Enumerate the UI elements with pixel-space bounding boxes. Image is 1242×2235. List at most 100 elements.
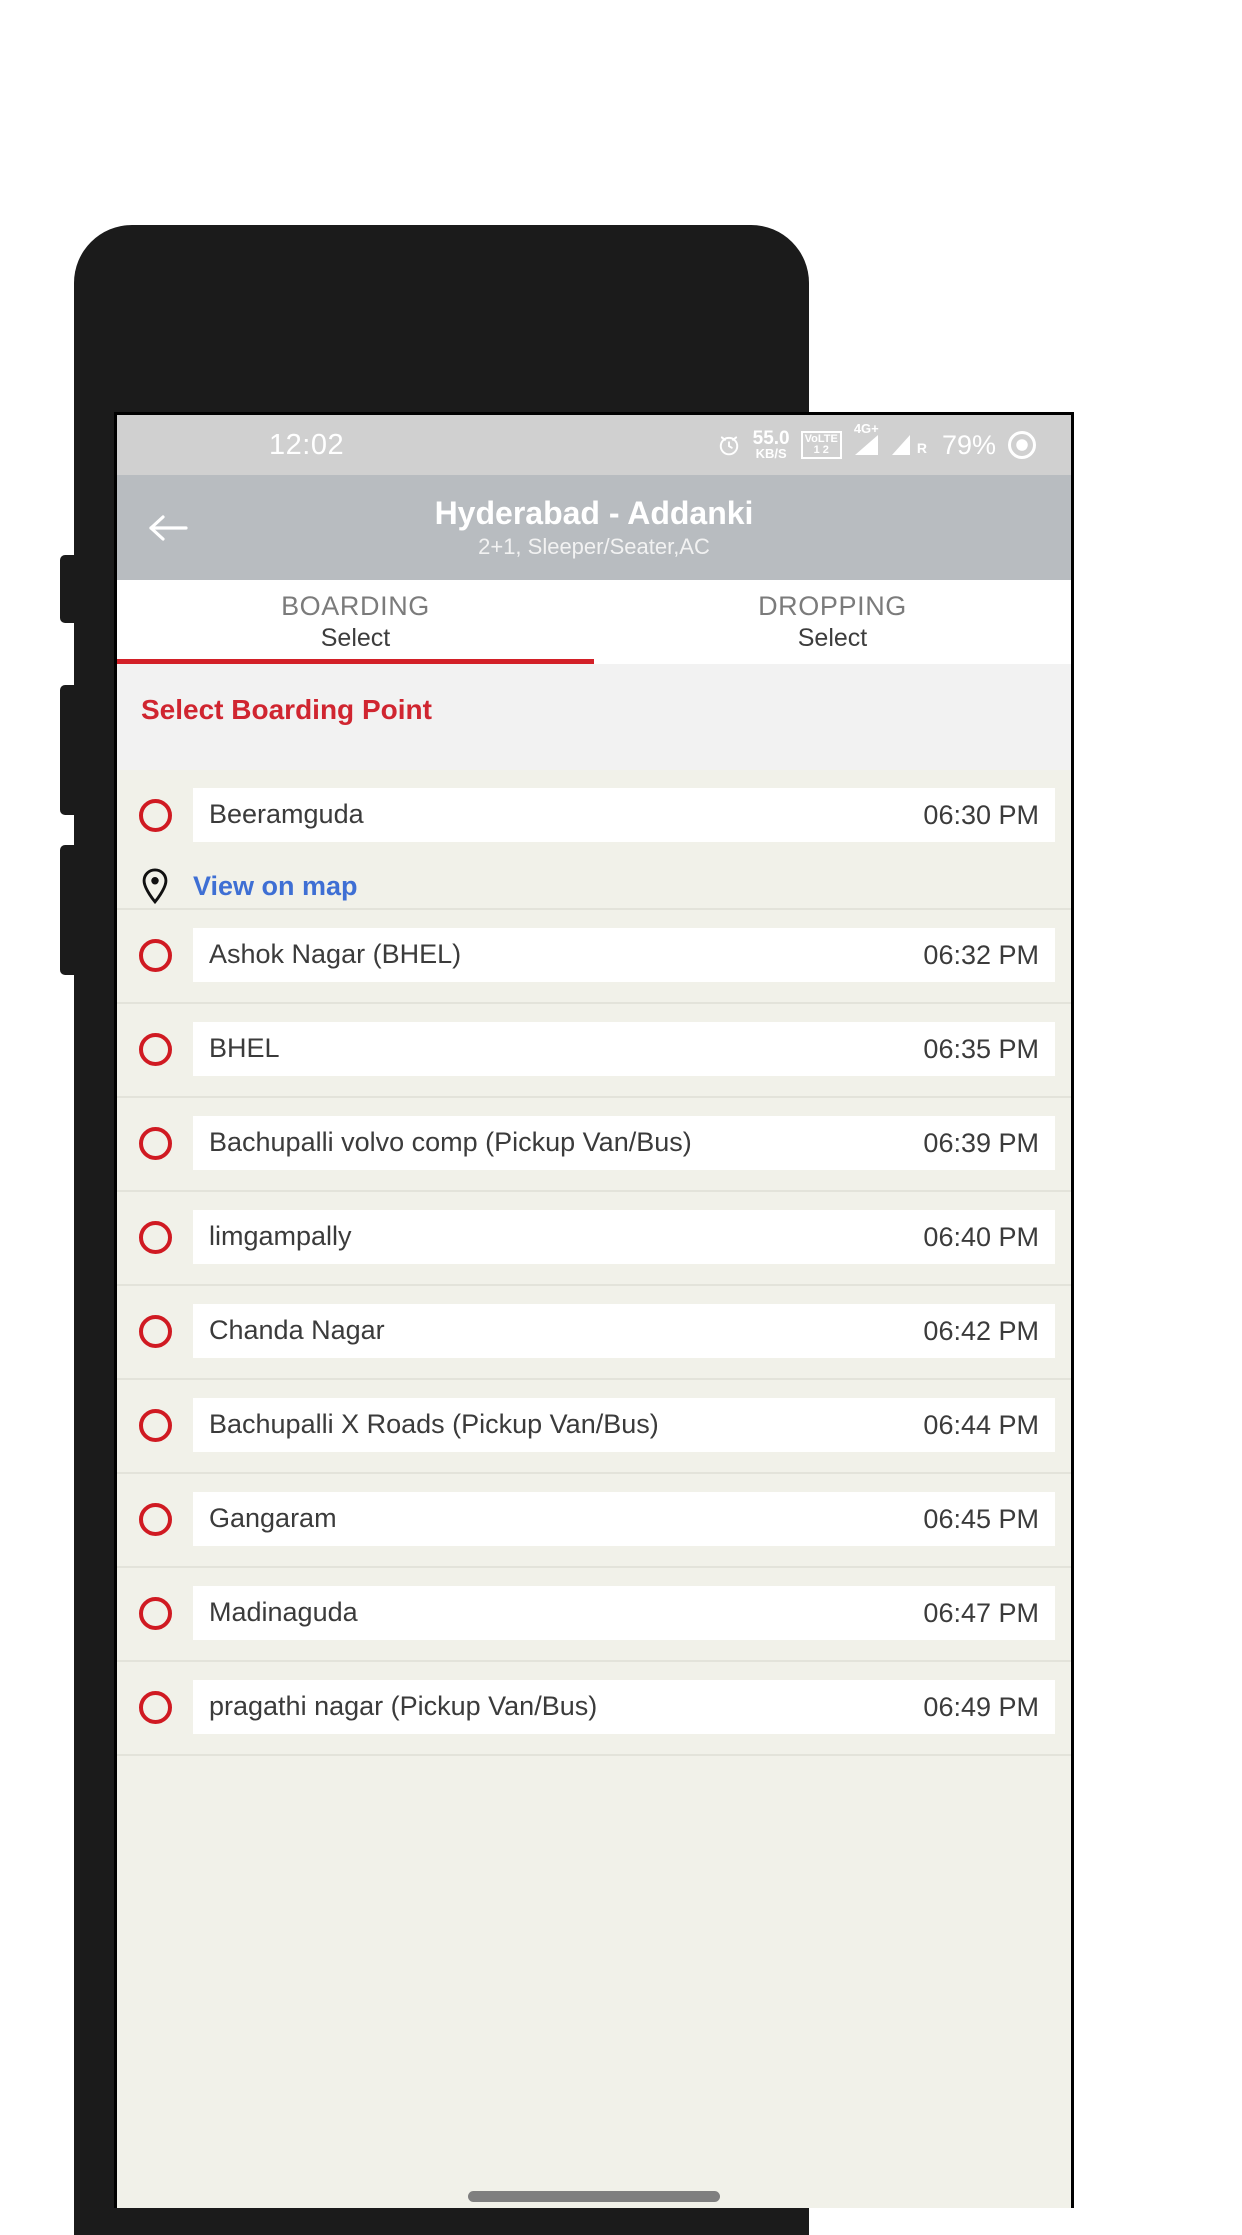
radio-button[interactable] [117, 1690, 193, 1724]
table-row[interactable]: limgampally 06:40 PM [117, 1192, 1071, 1284]
table-row[interactable]: Chanda Nagar 06:42 PM [117, 1286, 1071, 1378]
tab-dropping-title: DROPPING [758, 590, 907, 621]
boarding-point-content[interactable]: pragathi nagar (Pickup Van/Bus) 06:49 PM [193, 1680, 1055, 1734]
table-row[interactable]: Gangaram 06:45 PM [117, 1474, 1071, 1566]
boarding-point-item[interactable]: Bachupalli volvo comp (Pickup Van/Bus) 06… [117, 1098, 1071, 1192]
radio-button[interactable] [117, 1408, 193, 1442]
boarding-point-item[interactable]: Gangaram 06:45 PM [117, 1474, 1071, 1568]
boarding-point-time: 06:49 PM [923, 1691, 1039, 1722]
radio-button[interactable] [117, 1502, 193, 1536]
boarding-point-content[interactable]: Ashok Nagar (BHEL) 06:32 PM [193, 928, 1055, 982]
boarding-point-name: Ashok Nagar (BHEL) [209, 939, 462, 970]
boarding-point-name: Gangaram [209, 1503, 337, 1534]
boarding-point-content[interactable]: Madinaguda 06:47 PM [193, 1586, 1055, 1640]
boarding-point-content[interactable]: Bachupalli volvo comp (Pickup Van/Bus) 06… [193, 1116, 1055, 1170]
tab-boarding-subtitle: Select [320, 624, 391, 653]
view-on-map-label: View on map [193, 870, 358, 901]
boarding-point-name: Beeramguda [209, 799, 364, 830]
tab-boarding[interactable]: BOARDING Select [117, 580, 594, 664]
boarding-point-item[interactable]: Ashok Nagar (BHEL) 06:32 PM [117, 910, 1071, 1004]
boarding-point-name: Chanda Nagar [209, 1315, 385, 1346]
network-speed-unit: KB/S [755, 445, 787, 461]
radio-ring-icon [138, 938, 172, 972]
device-button-mute[interactable] [60, 555, 76, 623]
radio-ring-icon [138, 1220, 172, 1254]
boarding-point-content[interactable]: Bachupalli X Roads (Pickup Van/Bus) 06:44… [193, 1398, 1055, 1452]
network-type-label: 4G+ [853, 421, 879, 436]
boarding-point-content[interactable]: limgampally 06:40 PM [193, 1210, 1055, 1264]
section-band: Select Boarding Point [117, 664, 1071, 770]
boarding-point-name: Madinaguda [209, 1597, 358, 1628]
home-indicator [468, 2191, 720, 2202]
boarding-point-time: 06:39 PM [923, 1127, 1039, 1158]
table-row[interactable]: Ashok Nagar (BHEL) 06:32 PM [117, 910, 1071, 1002]
radio-button[interactable] [117, 1314, 193, 1348]
boarding-point-time: 06:47 PM [923, 1597, 1039, 1628]
radio-ring-icon [138, 798, 172, 832]
device-button-volume-up[interactable] [60, 685, 76, 815]
radio-ring-icon [138, 1408, 172, 1442]
boarding-point-content[interactable]: Gangaram 06:45 PM [193, 1492, 1055, 1546]
tab-dropping[interactable]: DROPPING Select [594, 580, 1071, 664]
radio-ring-icon [138, 1596, 172, 1630]
header-title-block: Hyderabad - Addanki 2+1, Sleeper/Seater,… [117, 494, 1071, 562]
radio-button[interactable] [117, 938, 193, 972]
boarding-point-content[interactable]: Beeramguda 06:30 PM [193, 788, 1055, 842]
boarding-point-name: BHEL [209, 1033, 280, 1064]
boarding-point-item[interactable]: pragathi nagar (Pickup Van/Bus) 06:49 PM [117, 1662, 1071, 1756]
page-title: Hyderabad - Addanki [434, 494, 754, 531]
status-time: 12:02 [269, 428, 345, 461]
status-icons: 55.0 KB/S VoLTE 1 2 4G+ R 79% [716, 421, 1037, 461]
boarding-point-time: 06:42 PM [923, 1315, 1039, 1346]
table-row[interactable]: BHEL 06:35 PM [117, 1004, 1071, 1096]
boarding-point-item[interactable]: Madinaguda 06:47 PM [117, 1568, 1071, 1662]
page-subtitle: 2+1, Sleeper/Seater,AC [478, 533, 710, 559]
status-bar: 12:02 55.0 KB/S VoLTE 1 2 4G+ R 79% [117, 415, 1071, 475]
boarding-point-item[interactable]: limgampally 06:40 PM [117, 1192, 1071, 1286]
boarding-point-name: limgampally [209, 1221, 352, 1252]
radio-button[interactable] [117, 1220, 193, 1254]
boarding-point-time: 06:32 PM [923, 939, 1039, 970]
radio-button[interactable] [117, 1126, 193, 1160]
network-speed-indicator: 55.0 KB/S [753, 429, 790, 461]
radio-button[interactable] [117, 798, 193, 832]
alarm-clock-icon [716, 432, 742, 458]
radio-ring-icon [138, 1314, 172, 1348]
table-row[interactable]: Bachupalli volvo comp (Pickup Van/Bus) 06… [117, 1098, 1071, 1190]
table-row[interactable]: pragathi nagar (Pickup Van/Bus) 06:49 PM [117, 1662, 1071, 1754]
boarding-point-item[interactable]: Chanda Nagar 06:42 PM [117, 1286, 1071, 1380]
boarding-point-time: 06:35 PM [923, 1033, 1039, 1064]
radio-ring-icon [138, 1502, 172, 1536]
signal-bars-sim2-icon: R [891, 434, 927, 456]
boarding-point-name: Bachupalli volvo comp (Pickup Van/Bus) [209, 1127, 692, 1158]
boarding-point-item[interactable]: Beeramguda 06:30 PM View on map [117, 770, 1071, 910]
radio-button[interactable] [117, 1032, 193, 1066]
device-button-volume-down[interactable] [60, 845, 76, 975]
radio-ring-icon [138, 1032, 172, 1066]
tab-bar: BOARDING Select DROPPING Select [117, 580, 1071, 664]
table-row[interactable]: Madinaguda 06:47 PM [117, 1568, 1071, 1660]
view-on-map-link[interactable]: View on map [117, 862, 1071, 908]
boarding-point-content[interactable]: Chanda Nagar 06:42 PM [193, 1304, 1055, 1358]
volte-sim-badge: VoLTE 1 2 [800, 430, 842, 460]
signal-bars-sim1-icon: 4G+ [853, 421, 880, 456]
boarding-point-time: 06:45 PM [923, 1503, 1039, 1534]
table-row[interactable]: Beeramguda 06:30 PM [117, 770, 1071, 862]
app-header: Hyderabad - Addanki 2+1, Sleeper/Seater,… [117, 475, 1071, 580]
battery-percent-label: 79% [941, 429, 996, 460]
phone-screen: 12:02 55.0 KB/S VoLTE 1 2 4G+ R 79% Hyde… [114, 412, 1074, 2208]
back-arrow-icon[interactable] [127, 512, 211, 544]
table-row[interactable]: Bachupalli X Roads (Pickup Van/Bus) 06:44… [117, 1380, 1071, 1472]
boarding-point-time: 06:30 PM [923, 799, 1039, 830]
tab-dropping-subtitle: Select [797, 624, 868, 653]
boarding-point-item[interactable]: Bachupalli X Roads (Pickup Van/Bus) 06:44… [117, 1380, 1071, 1474]
boarding-point-name: pragathi nagar (Pickup Van/Bus) [209, 1691, 598, 1722]
boarding-point-item[interactable]: BHEL 06:35 PM [117, 1004, 1071, 1098]
map-pin-icon [117, 868, 193, 904]
radio-button[interactable] [117, 1596, 193, 1630]
eye-icon [1007, 430, 1037, 460]
sim-slots-label: 1 2 [813, 444, 829, 456]
boarding-point-name: Bachupalli X Roads (Pickup Van/Bus) [209, 1409, 659, 1440]
tab-boarding-title: BOARDING [281, 590, 430, 621]
boarding-point-content[interactable]: BHEL 06:35 PM [193, 1022, 1055, 1076]
